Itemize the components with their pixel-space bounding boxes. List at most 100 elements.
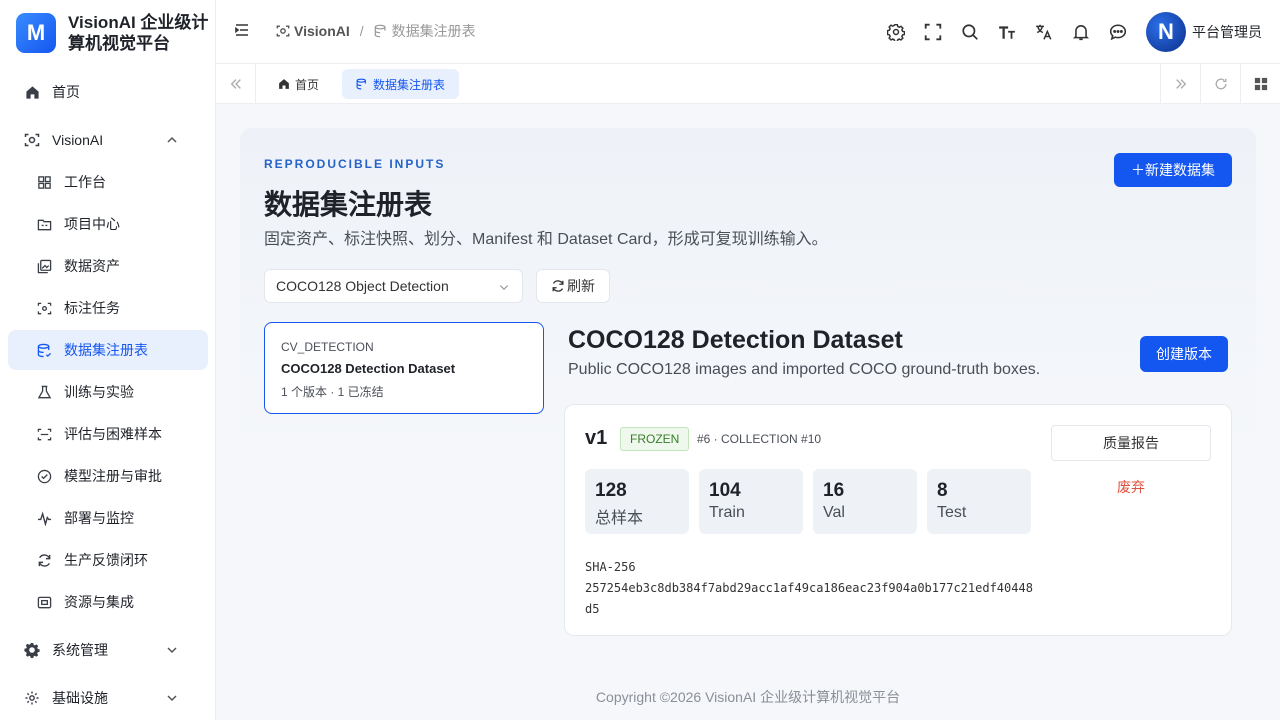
avatar: N [1146, 12, 1186, 52]
sha-label: SHA-256 [585, 560, 636, 574]
database-icon [374, 24, 386, 38]
sidebar-item-label: 评估与困难样本 [64, 426, 162, 442]
dataset-detail-description: Public COCO128 images and imported COCO … [568, 361, 1041, 378]
menu-toggle-icon[interactable] [234, 22, 252, 40]
main-content: REPRODUCIBLE INPUTS 数据集注册表 固定资产、标注快照、划分、… [240, 128, 1256, 660]
top-header: VisionAI / 数据集注册表 N 平台管理员 [216, 0, 1280, 64]
breadcrumb: VisionAI / 数据集注册表 [276, 21, 476, 41]
breadcrumb-root[interactable]: VisionAI [276, 23, 350, 39]
database-icon [36, 342, 52, 358]
settings-gear-icon[interactable] [886, 22, 906, 42]
database-icon [356, 78, 366, 90]
status-badge: FROZEN [620, 427, 690, 451]
dataset-select-value: COCO128 Object Detection [276, 278, 449, 294]
sidebar-item-label: VisionAI [52, 132, 104, 148]
breadcrumb-current-label: 数据集注册表 [391, 23, 476, 39]
chevron-down-icon [164, 642, 180, 658]
sidebar-item-model-registry[interactable]: 模型注册与审批 [8, 456, 208, 496]
search-icon[interactable] [960, 22, 980, 42]
sidebar-item-label: 训练与实验 [64, 384, 134, 400]
sha-block: SHA-256 257254eb3c8db384f7abd29acc1af49c… [585, 557, 1035, 620]
dataset-name: COCO128 Detection Dataset [281, 361, 456, 376]
gear-icon [24, 642, 40, 658]
translate-icon[interactable] [1034, 22, 1054, 42]
sidebar-item-evaluation[interactable]: 评估与困难样本 [8, 414, 208, 454]
app-title-line2: 算机视觉平台 [68, 34, 170, 53]
sidebar-item-home[interactable]: 首页 [8, 72, 208, 112]
tab-label: 数据集注册表 [373, 77, 446, 92]
sidebar-item-infrastructure[interactable]: 基础设施 [8, 678, 208, 718]
brand[interactable]: M VisionAI 企业级计 算机视觉平台 [16, 12, 208, 54]
sidebar-item-label: 资源与集成 [64, 594, 134, 610]
footer: Copyright ©2026 VisionAI 企业级计算机视觉平台 [595, 689, 901, 705]
home-icon [279, 79, 289, 89]
stat-value: 16 [823, 480, 845, 501]
dataset-list-item[interactable]: CV_DETECTION COCO128 Detection Dataset 1… [264, 322, 544, 414]
new-dataset-button[interactable]: ＋新建数据集 [1114, 153, 1232, 187]
create-version-button[interactable]: 创建版本 [1140, 336, 1228, 372]
experiment-icon [36, 384, 52, 400]
sidebar-item-data-assets[interactable]: 数据资产 [8, 246, 208, 286]
sidebar-item-deployment[interactable]: 部署与监控 [8, 498, 208, 538]
stat-label: 总样本 [595, 510, 644, 527]
stat-value: 128 [595, 480, 627, 501]
header-toolbar [869, 22, 1128, 42]
pulse-icon [36, 510, 52, 526]
stat-val: 16 Val [813, 469, 917, 534]
quality-report-button[interactable]: 质量报告 [1051, 425, 1211, 461]
stat-label: Val [823, 504, 845, 521]
stat-label: Test [937, 504, 967, 521]
stat-value: 104 [709, 480, 741, 501]
sidebar-item-label: 标注任务 [64, 300, 120, 316]
refresh-button[interactable]: 刷新 [536, 269, 610, 303]
sidebar-item-label: 系统管理 [52, 642, 108, 658]
version-meta: #6 · COLLECTION #10 [697, 432, 822, 446]
breadcrumb-separator: / [359, 23, 364, 39]
grid-menu-icon[interactable] [1240, 64, 1280, 104]
dataset-meta: 1 个版本 · 1 已冻结 [281, 385, 384, 399]
app-title-line1: VisionAI 企业级计 [68, 13, 209, 32]
dashboard-icon [36, 174, 52, 190]
refresh-label: 刷新 [567, 278, 595, 294]
reload-icon[interactable] [1200, 64, 1240, 104]
sidebar-item-annotation[interactable]: 标注任务 [8, 288, 208, 328]
dataset-select[interactable]: COCO128 Object Detection [264, 269, 523, 303]
discard-link[interactable]: 废弃 [1051, 477, 1211, 497]
tabs-bar: 首页 数据集注册表 [216, 64, 1280, 104]
stat-total: 128 总样本 [585, 469, 689, 534]
sidebar-item-feedback-loop[interactable]: 生产反馈闭环 [8, 540, 208, 580]
sidebar-item-visionai[interactable]: VisionAI [8, 120, 208, 160]
chat-icon[interactable] [1108, 22, 1128, 42]
sidebar-item-label: 模型注册与审批 [64, 468, 162, 484]
page-title: 数据集注册表 [264, 189, 433, 220]
home-icon [24, 84, 40, 100]
sidebar-item-training[interactable]: 训练与实验 [8, 372, 208, 412]
sidebar-item-dataset-registry[interactable]: 数据集注册表 [8, 330, 208, 370]
check-circle-icon [36, 468, 52, 484]
tab-label: 首页 [295, 77, 320, 92]
tab-dataset-registry[interactable]: 数据集注册表 [342, 69, 460, 99]
annotate-icon [36, 300, 52, 316]
user-menu[interactable]: N 平台管理员 [1146, 12, 1262, 52]
sidebar-item-workbench[interactable]: 工作台 [8, 162, 208, 202]
images-icon [36, 258, 52, 274]
font-size-icon[interactable] [997, 22, 1017, 42]
sidebar-item-label: 项目中心 [64, 216, 120, 232]
folder-icon [36, 216, 52, 232]
sidebar-item-projects[interactable]: 项目中心 [8, 204, 208, 244]
tab-home[interactable]: 首页 [264, 69, 333, 99]
bell-icon[interactable] [1071, 22, 1091, 42]
dataset-detail-title: COCO128 Detection Dataset [568, 326, 903, 354]
sidebar-item-integration[interactable]: 资源与集成 [8, 582, 208, 622]
stat-label: Train [709, 504, 745, 521]
sidebar-item-label: 首页 [52, 84, 80, 100]
sidebar-item-system[interactable]: 系统管理 [8, 630, 208, 670]
breadcrumb-root-label: VisionAI [294, 23, 350, 39]
breadcrumb-current: 数据集注册表 [374, 21, 476, 41]
chevron-up-icon [164, 132, 180, 148]
sidebar-item-label: 生产反馈闭环 [64, 552, 148, 568]
stat-value: 8 [937, 480, 948, 501]
tabs-scroll-right-icon[interactable] [1160, 64, 1200, 104]
fullscreen-icon[interactable] [923, 22, 943, 42]
tabs-scroll-left-icon[interactable] [216, 64, 256, 104]
